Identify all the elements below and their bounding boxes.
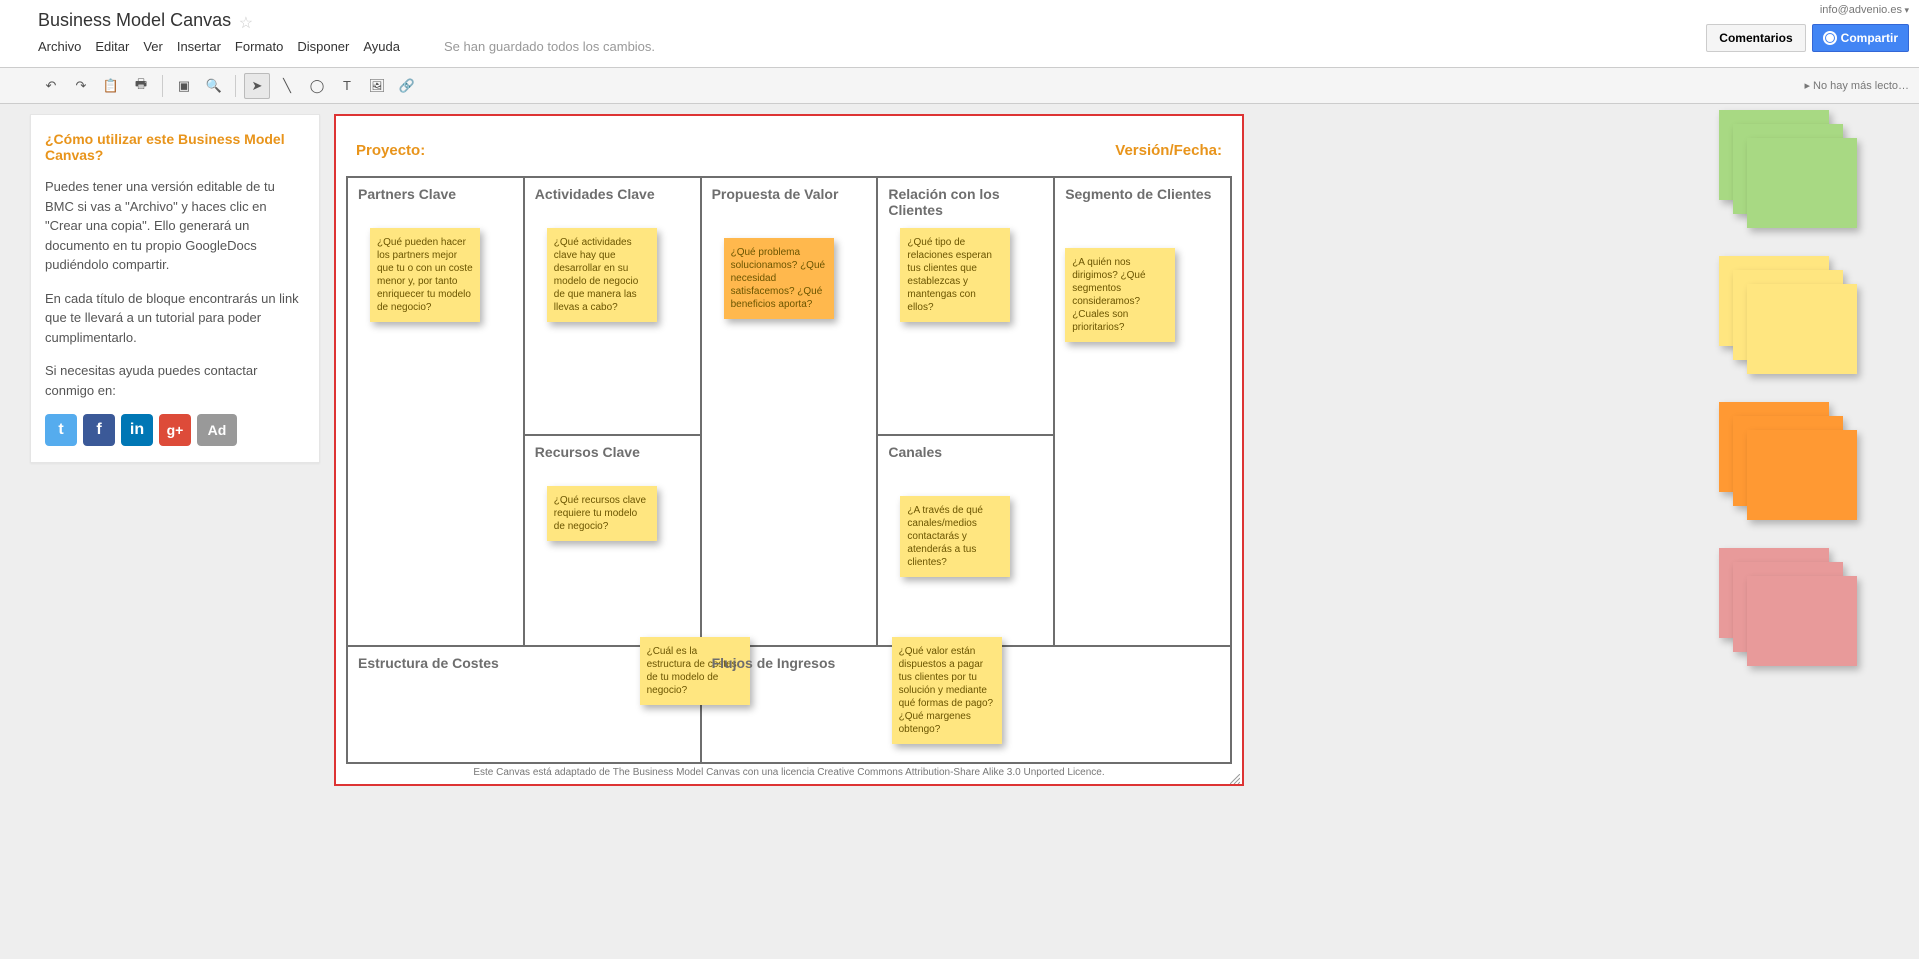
zoom-icon[interactable]: 🔍 bbox=[201, 73, 227, 99]
linkedin-icon[interactable]: in bbox=[121, 414, 153, 446]
sticky-relacion[interactable]: ¿Qué tipo de relaciones esperan tus clie… bbox=[900, 228, 1010, 322]
menu-ver[interactable]: Ver bbox=[143, 39, 163, 54]
sticky-ingresos[interactable]: ¿Qué valor están dispuestos a pagar tus … bbox=[892, 637, 1002, 744]
cell-relacion[interactable]: Relación con los Clientes ¿Qué tipo de r… bbox=[877, 177, 1054, 435]
select-tool-icon[interactable]: ➤ bbox=[244, 73, 270, 99]
sticky-propuesta[interactable]: ¿Qué problema solucionamos? ¿Qué necesid… bbox=[724, 238, 834, 319]
menu-ayuda[interactable]: Ayuda bbox=[363, 39, 400, 54]
advenio-icon[interactable]: Ad bbox=[197, 414, 237, 446]
canvas-version-label: Versión/Fecha: bbox=[1115, 142, 1222, 159]
share-label: Compartir bbox=[1841, 31, 1898, 45]
undo-icon[interactable]: ↶ bbox=[38, 73, 64, 99]
canvas-proyecto-label: Proyecto: bbox=[356, 142, 425, 159]
print-icon[interactable]: 🖶 bbox=[128, 73, 154, 99]
resize-handle-icon[interactable] bbox=[1230, 772, 1240, 782]
sticky-canales[interactable]: ¿A través de qué canales/medios contacta… bbox=[900, 496, 1010, 577]
share-button[interactable]: Compartir bbox=[1812, 24, 1909, 52]
shape-tool-icon[interactable]: ◯ bbox=[304, 73, 330, 99]
comments-button[interactable]: Comentarios bbox=[1706, 24, 1805, 52]
sticky-stack-orange[interactable] bbox=[1719, 402, 1859, 512]
sidebar-title: ¿Cómo utilizar este Business Model Canva… bbox=[45, 131, 305, 163]
cell-recursos[interactable]: Recursos Clave ¿Qué recursos clave requi… bbox=[524, 435, 701, 646]
cell-partners[interactable]: Partners Clave ¿Qué pueden hacer los par… bbox=[347, 177, 524, 646]
user-email[interactable]: info@advenio.es bbox=[1820, 4, 1909, 16]
star-icon[interactable]: ☆ bbox=[239, 13, 253, 33]
image-tool-icon[interactable]: 🖼 bbox=[364, 73, 390, 99]
facebook-icon[interactable]: f bbox=[83, 414, 115, 446]
twitter-icon[interactable]: t bbox=[45, 414, 77, 446]
readers-status[interactable]: No hay más lecto… bbox=[1804, 79, 1909, 92]
sidebar-p1: Puedes tener una versión editable de tu … bbox=[45, 177, 305, 275]
sticky-stack-pink[interactable] bbox=[1719, 548, 1859, 658]
doc-title[interactable]: Business Model Canvas bbox=[38, 10, 231, 31]
menu-archivo[interactable]: Archivo bbox=[38, 39, 81, 54]
sticky-palette bbox=[1719, 110, 1919, 959]
sticky-segmento[interactable]: ¿A quién nos dirigimos? ¿Qué segmentos c… bbox=[1065, 248, 1175, 342]
clipboard-icon[interactable]: 📋 bbox=[98, 73, 124, 99]
cell-costes[interactable]: Estructura de Costes ¿Cuál es la estruct… bbox=[347, 646, 701, 763]
fit-icon[interactable]: ▣ bbox=[171, 73, 197, 99]
help-sidebar: ¿Cómo utilizar este Business Model Canva… bbox=[30, 114, 320, 463]
cell-canales[interactable]: Canales ¿A través de qué canales/medios … bbox=[877, 435, 1054, 646]
canvas-footer: Este Canvas está adaptado de The Busines… bbox=[336, 767, 1242, 778]
sidebar-p2: En cada título de bloque encontrarás un … bbox=[45, 289, 305, 348]
redo-icon[interactable]: ↷ bbox=[68, 73, 94, 99]
sticky-actividades[interactable]: ¿Qué actividades clave hay que desarroll… bbox=[547, 228, 657, 322]
sticky-stack-green[interactable] bbox=[1719, 110, 1859, 220]
cell-actividades[interactable]: Actividades Clave ¿Qué actividades clave… bbox=[524, 177, 701, 435]
cell-propuesta[interactable]: Propuesta de Valor ¿Qué problema solucio… bbox=[701, 177, 878, 646]
globe-icon bbox=[1823, 31, 1837, 45]
cell-ingresos[interactable]: Flujos de Ingresos ¿Qué valor están disp… bbox=[701, 646, 1231, 763]
googleplus-icon[interactable]: g+ bbox=[159, 414, 191, 446]
workspace[interactable]: ¿Cómo utilizar este Business Model Canva… bbox=[0, 104, 1919, 959]
menu-editar[interactable]: Editar bbox=[95, 39, 129, 54]
line-tool-icon[interactable]: ╲ bbox=[274, 73, 300, 99]
text-tool-icon[interactable]: T bbox=[334, 73, 360, 99]
sticky-recursos[interactable]: ¿Qué recursos clave requiere tu modelo d… bbox=[547, 486, 657, 541]
sticky-partners[interactable]: ¿Qué pueden hacer los partners mejor que… bbox=[370, 228, 480, 322]
sticky-stack-yellow[interactable] bbox=[1719, 256, 1859, 366]
cell-segmento[interactable]: Segmento de Clientes ¿A quién nos dirigi… bbox=[1054, 177, 1231, 646]
canvas-frame[interactable]: Proyecto: Versión/Fecha: Partners Clave … bbox=[334, 114, 1244, 786]
save-status: Se han guardado todos los cambios. bbox=[444, 39, 655, 54]
menu-insertar[interactable]: Insertar bbox=[177, 39, 221, 54]
sidebar-p3: Si necesitas ayuda puedes contactar conm… bbox=[45, 361, 305, 400]
menu-formato[interactable]: Formato bbox=[235, 39, 283, 54]
menu-disponer[interactable]: Disponer bbox=[297, 39, 349, 54]
link-tool-icon[interactable]: 🔗 bbox=[394, 73, 420, 99]
